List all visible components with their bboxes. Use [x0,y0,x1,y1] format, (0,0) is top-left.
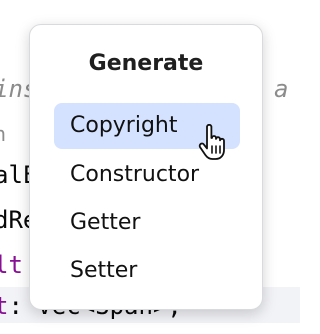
popup-title: Generate [88,51,204,76]
menu-item-label: Copyright [70,113,178,138]
generate-popup: Generate Copyright Constructor Getter Se… [29,24,263,310]
hand-pointer-icon [198,124,225,160]
code-line-keyword: lt [0,251,23,279]
code-line-comment-end: a [274,75,289,103]
menu-item-getter[interactable]: Getter [54,200,240,246]
code-keyword: t [0,292,9,320]
menu-item-label: Setter [70,258,138,283]
menu-item-label: Getter [70,210,141,235]
menu-item-label: Constructor [70,162,200,187]
menu-item-setter[interactable]: Setter [54,248,240,294]
code-line: n [0,122,7,146]
